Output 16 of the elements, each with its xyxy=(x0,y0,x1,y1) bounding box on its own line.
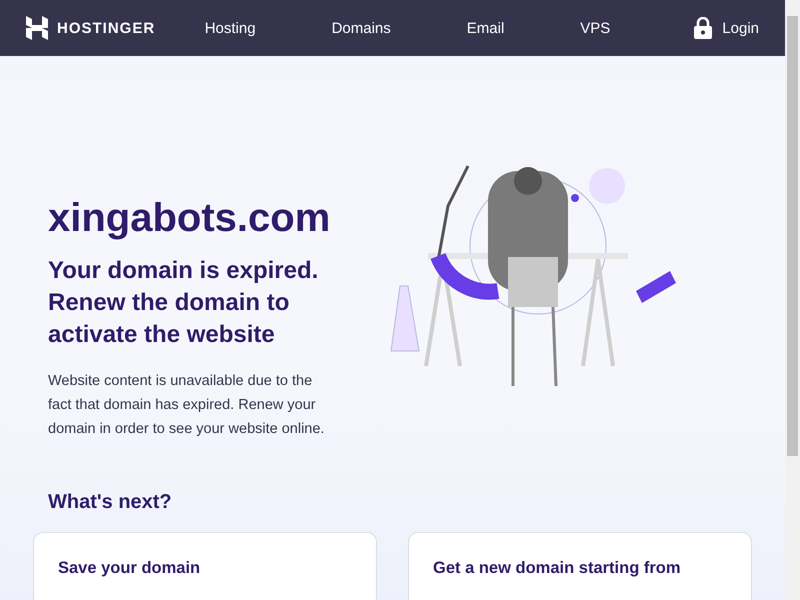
card-title: Get a new domain starting from xyxy=(433,559,681,577)
nav-link[interactable]: VPS xyxy=(542,20,648,36)
nav-link[interactable]: Domains xyxy=(294,20,429,36)
login-link[interactable]: Login xyxy=(694,17,759,39)
description: Website content is unavailable due to the fact that domain has expired. Renew your domain in order to see your website online. xyxy=(48,372,326,439)
section-title: What's next? xyxy=(47,490,173,514)
lock-icon xyxy=(694,17,712,39)
card-title: Save your domain xyxy=(58,559,200,577)
scrollbar-thumb[interactable] xyxy=(787,16,798,456)
brand-name: HOSTINGER xyxy=(57,20,156,36)
nav-link[interactable]: Email xyxy=(428,20,542,36)
nav-link[interactable]: Hosting xyxy=(166,20,294,36)
logo-icon xyxy=(26,16,48,40)
domain-name: xingabots.com xyxy=(48,196,332,241)
headline: Your domain is expired. Renew the domain to activate the website xyxy=(48,256,320,350)
scrollbar[interactable] xyxy=(785,0,800,600)
